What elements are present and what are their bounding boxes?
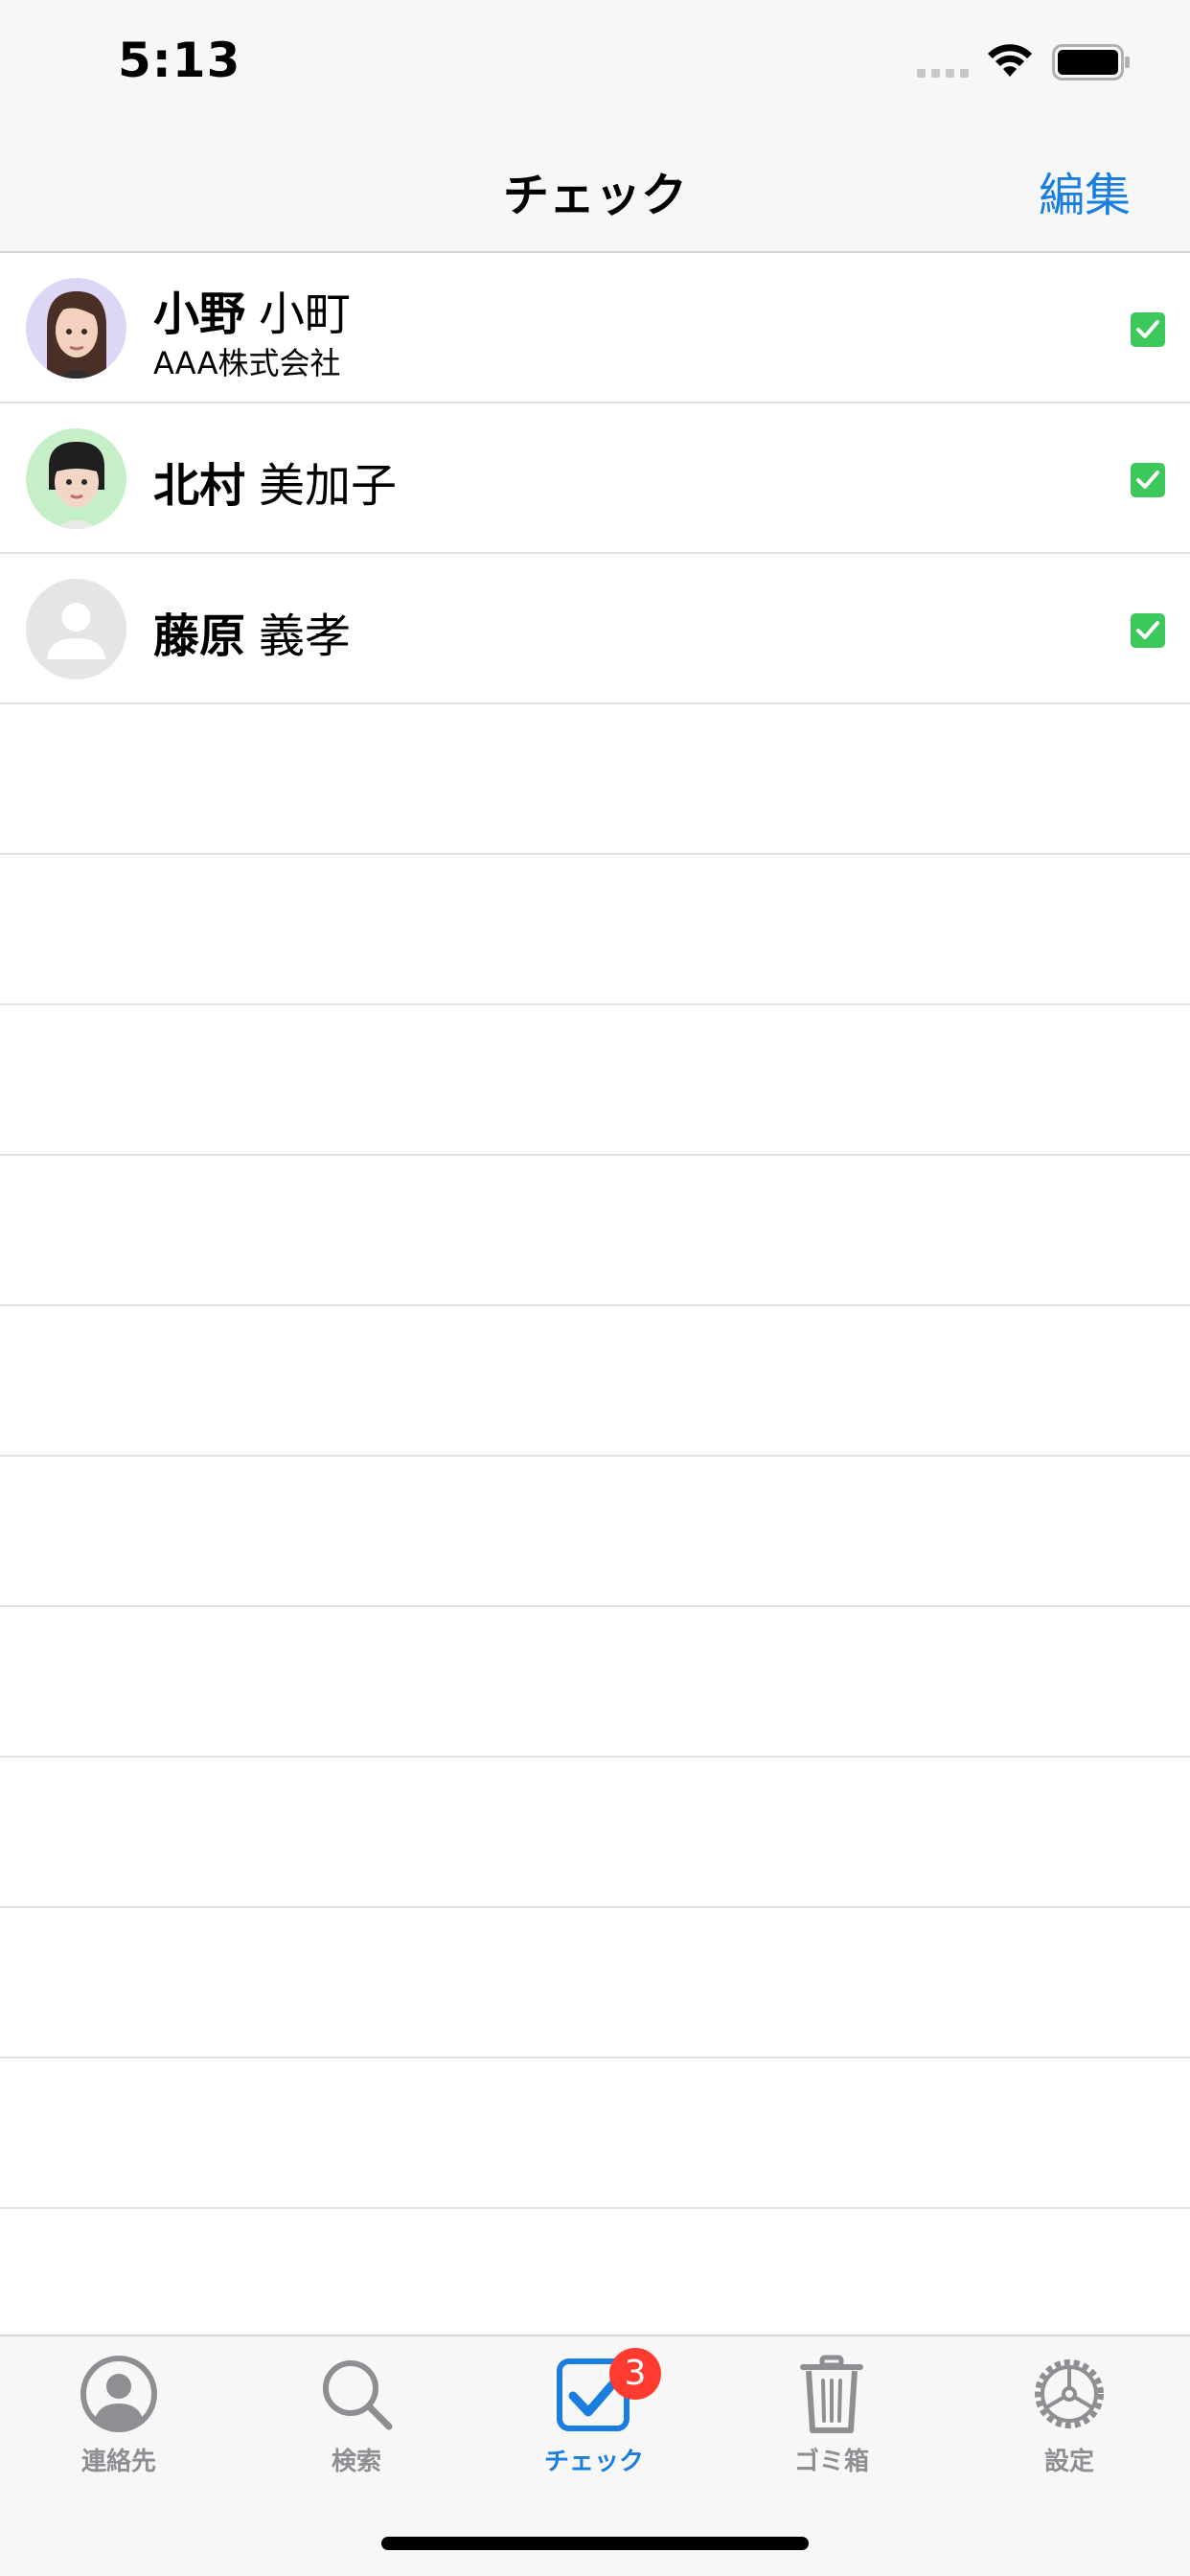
home-indicator[interactable] [381,2537,809,2550]
checked-checkbox[interactable] [1131,463,1165,497]
family-name: 北村 [153,459,246,513]
status-bar: 5:13 [0,0,1190,128]
family-name: 小野 [153,288,246,341]
empty-row [0,1758,1190,1908]
tab-label: 連絡先 [80,2448,156,2476]
empty-row [0,855,1190,1005]
company-name: AAA株式会社 [153,345,341,381]
tab-search[interactable]: 検索 [238,2352,475,2486]
avatar [26,428,126,529]
family-name: 藤原 [153,610,246,663]
tab-trash[interactable]: ゴミ箱 [713,2352,950,2486]
contact-name: 北村 美加子 [153,448,397,515]
memoji-woman-avatar-icon [26,278,126,379]
empty-row [0,2058,1190,2209]
memoji-woman-bangs-avatar-icon [26,428,126,529]
tab-label: ゴミ箱 [793,2448,869,2476]
notification-badge: 3 [609,2348,661,2400]
empty-row [0,1156,1190,1306]
default-person-avatar-icon [26,579,126,679]
checkbox-icon: 3 [552,2348,661,2436]
checkmark-icon [1136,621,1159,639]
tab-settings[interactable]: 設定 [950,2352,1188,2486]
tab-contacts[interactable]: 連絡先 [0,2352,238,2486]
checkmark-icon [1136,471,1159,489]
checkmark-icon [1136,320,1159,338]
gear-icon [1027,2352,1111,2436]
given-name: 美加子 [259,459,398,513]
contact-row[interactable]: 小野 小町 AAA株式会社 [0,253,1190,403]
edit-button[interactable]: 編集 [1039,157,1131,224]
tab-check[interactable]: 3 チェック [475,2348,713,2486]
checked-checkbox[interactable] [1131,312,1165,347]
status-time: 5:13 [118,33,241,88]
battery-icon [1052,44,1130,80]
empty-row [0,1908,1190,2058]
contact-name: 小野 小町 [153,276,351,343]
trash-icon [790,2352,874,2436]
tab-label: 検索 [331,2448,381,2476]
avatar [26,278,126,379]
page-title: チェック [502,169,687,222]
person-circle-icon [77,2352,161,2436]
contact-row[interactable]: 藤原 義孝 [0,554,1190,704]
empty-row [0,1607,1190,1758]
wifi-icon [988,44,1032,77]
empty-row [0,1005,1190,1156]
tab-label: チェック [543,2448,644,2476]
contact-row[interactable]: 北村 美加子 [0,403,1190,554]
empty-row [0,1457,1190,1607]
given-name: 小町 [259,288,352,341]
empty-row [0,704,1190,855]
magnifier-icon [314,2352,399,2436]
navigation-bar: チェック 編集 [0,128,1190,253]
contact-name: 藤原 義孝 [153,598,351,665]
tab-label: 設定 [1043,2448,1094,2476]
cellular-signal-icon [917,69,969,78]
avatar [26,579,126,679]
contact-list: 小野 小町 AAA株式会社 北村 美加子 藤原 義孝 [0,253,1190,2359]
checked-checkbox[interactable] [1131,613,1165,648]
empty-row [0,1306,1190,1457]
given-name: 義孝 [259,610,352,663]
